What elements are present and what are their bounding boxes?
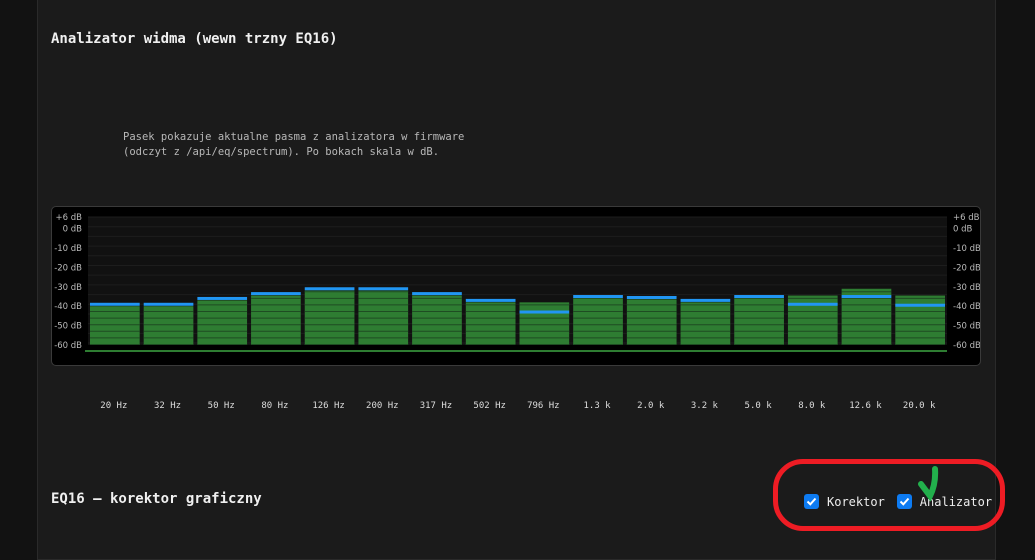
spectrum-chart: +6 dB +6 dB 0 dB 0 dB -10 dB -10 dB -20 dB -20 … (51, 206, 981, 366)
y-tick-left: -60 dB (54, 341, 82, 351)
frequency-label: 317 Hz (419, 401, 453, 411)
frequency-label: 8.0 k (798, 401, 826, 411)
y-tick-right: -60 dB (953, 341, 980, 351)
y-tick-left: -40 dB (54, 302, 82, 312)
peak-marker (465, 298, 516, 302)
annotation-highlight (773, 459, 1005, 531)
y-tick-right: -30 dB (953, 283, 980, 293)
peak-marker (412, 292, 462, 296)
spectrum-svg: +6 dB +6 dB 0 dB 0 dB -10 dB -10 dB -20 dB -20 … (54, 213, 980, 352)
peak-marker (787, 302, 838, 306)
peak-marker (626, 295, 677, 299)
peak-marker (143, 302, 194, 306)
frequency-label: 796 Hz (527, 401, 560, 411)
frequency-label: 200 Hz (366, 401, 399, 411)
peak-marker (197, 296, 248, 300)
frequency-label: 32 Hz (153, 401, 182, 411)
y-tick-right: +6 dB (953, 213, 980, 223)
y-tick-left: -30 dB (54, 283, 82, 293)
frequency-label: 20.0 k (902, 401, 936, 411)
y-tick-left: +6 dB (56, 213, 83, 223)
y-tick-right: -20 dB (953, 263, 980, 273)
level-bar (465, 302, 516, 345)
frequency-label: 2.0 k (637, 401, 665, 411)
frequency-label: 126 Hz (312, 401, 345, 411)
frequency-label: 12.6 k (849, 401, 882, 411)
y-tick-right: -10 dB (953, 244, 980, 254)
y-tick-right: -40 dB (953, 302, 980, 312)
y-tick-left: 0 dB (63, 225, 83, 235)
frequency-label: 80 Hz (261, 401, 289, 411)
level-bar (519, 302, 570, 345)
peak-marker (895, 303, 945, 307)
annotation-checkmark-icon (918, 466, 939, 502)
peak-marker (680, 298, 731, 302)
y-tick-left: -10 dB (54, 244, 82, 254)
frequency-label: 50 Hz (207, 401, 235, 411)
analyzer-description: Pasek pokazuje aktualne pasma z analizat… (123, 131, 465, 158)
peak-marker (358, 287, 409, 291)
peak-marker (90, 302, 140, 306)
peak-marker (304, 287, 355, 291)
frequency-label: 3.2 k (690, 401, 718, 411)
y-tick-left: -50 dB (54, 322, 82, 332)
frequency-label: 1.3 k (583, 401, 611, 411)
peak-marker (841, 295, 892, 299)
analyzer-title: Analizator widma (wewn trzny EQ16) (51, 31, 338, 47)
eq-title: EQ16 – korektor graficzny (51, 491, 262, 507)
frequency-label: 5.0 k (744, 401, 772, 411)
frequency-label: 20 Hz (100, 401, 128, 411)
peak-marker (734, 295, 784, 299)
peak-marker (573, 295, 623, 299)
peak-marker (519, 310, 570, 314)
frequency-label: 502 Hz (473, 401, 506, 411)
y-tick-left: -20 dB (54, 263, 82, 273)
frequency-labels: 20 Hz 32 Hz 50 Hz 80 Hz 126 Hz 200 Hz 317 Hz 50… (51, 401, 979, 413)
y-tick-right: -50 dB (953, 322, 980, 332)
y-tick-right: 0 dB (953, 225, 973, 235)
peak-marker (251, 292, 301, 296)
level-bar (680, 302, 731, 345)
